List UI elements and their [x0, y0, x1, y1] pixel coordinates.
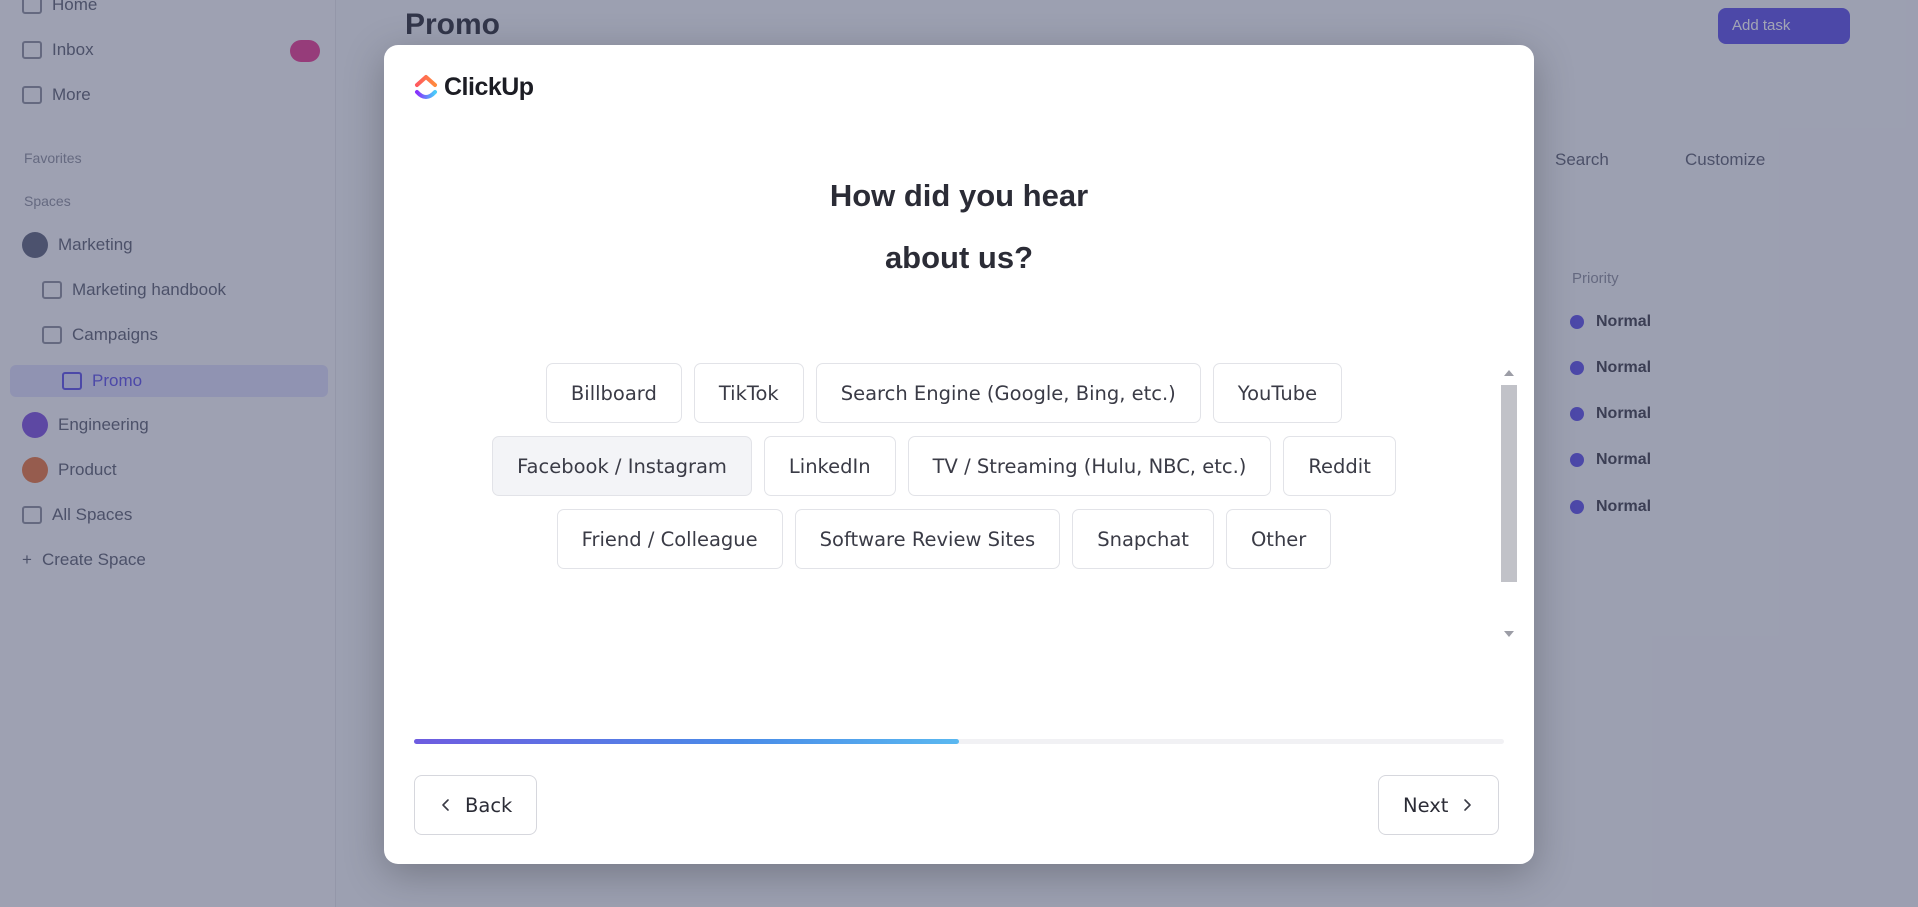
- back-button[interactable]: Back: [414, 775, 538, 835]
- scroll-down-arrow-icon[interactable]: [1504, 631, 1514, 637]
- survey-question: How did you hear about us?: [829, 178, 1089, 275]
- back-button-label: Back: [465, 793, 513, 817]
- option-button[interactable]: Software Review Sites: [794, 509, 1061, 569]
- next-button-label: Next: [1403, 793, 1449, 817]
- option-button[interactable]: TikTok: [693, 363, 804, 423]
- progress-bar-fill: [414, 739, 959, 744]
- option-button[interactable]: Search Engine (Google, Bing, etc.): [815, 363, 1201, 423]
- option-button[interactable]: LinkedIn: [763, 436, 896, 496]
- scrollbar-thumb[interactable]: [1501, 385, 1517, 582]
- option-button-selected[interactable]: Facebook / Instagram: [492, 436, 752, 496]
- onboarding-modal: ClickUp How did you hear about us? Billb…: [384, 45, 1534, 864]
- brand-name: ClickUp: [444, 73, 534, 101]
- scroll-up-arrow-icon[interactable]: [1504, 370, 1514, 376]
- option-button[interactable]: Other: [1225, 509, 1332, 569]
- option-button[interactable]: Friend / Colleague: [556, 509, 783, 569]
- chevron-right-icon: [1464, 799, 1472, 811]
- option-button[interactable]: Snapchat: [1072, 509, 1214, 569]
- clickup-logo: ClickUp: [414, 73, 534, 102]
- chevron-left-icon: [442, 799, 449, 811]
- option-button[interactable]: Billboard: [545, 363, 682, 423]
- progress-bar: [414, 739, 1504, 744]
- option-button[interactable]: TV / Streaming (Hulu, NBC, etc.): [907, 436, 1272, 496]
- option-button[interactable]: Reddit: [1283, 436, 1396, 496]
- option-button[interactable]: YouTube: [1212, 363, 1343, 423]
- clickup-logo-icon: [415, 74, 437, 99]
- next-button[interactable]: Next: [1378, 775, 1500, 835]
- option-list: Billboard TikTok Search Engine (Google, …: [484, 363, 1404, 569]
